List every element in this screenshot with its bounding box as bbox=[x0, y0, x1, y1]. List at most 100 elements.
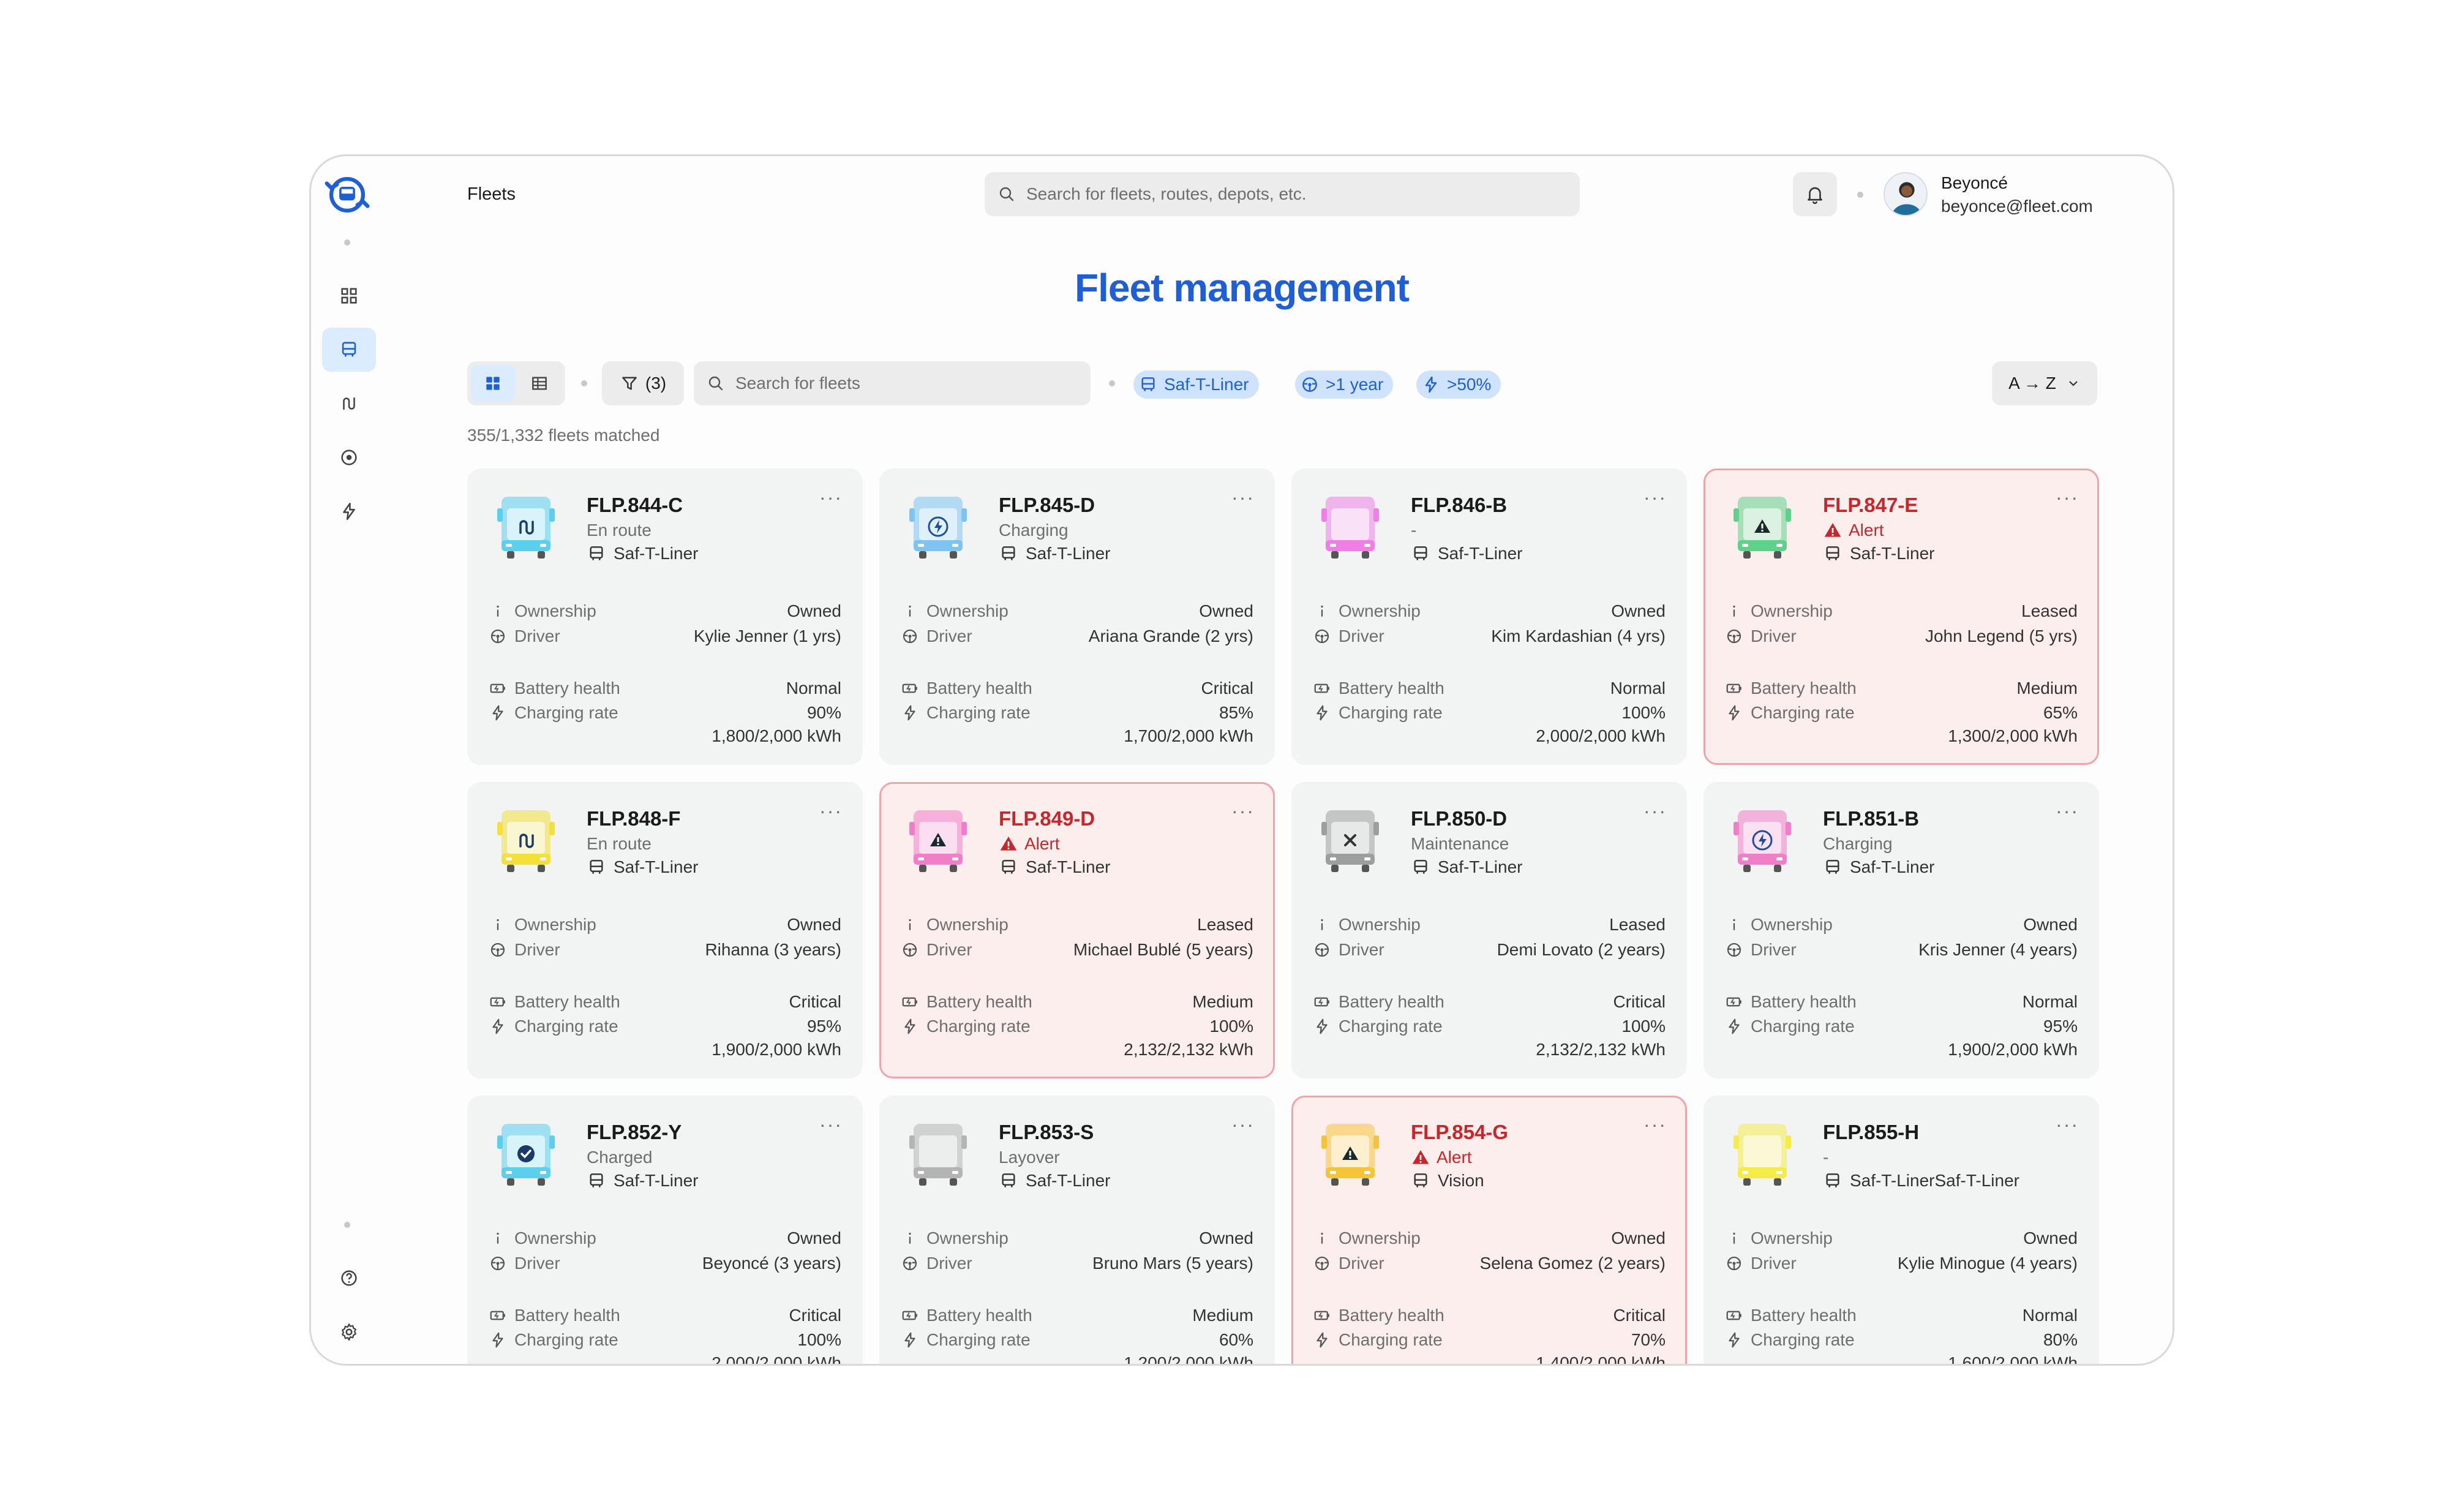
sidebar-item-fleets[interactable] bbox=[322, 328, 376, 372]
bolt-icon bbox=[1729, 1332, 1740, 1348]
more-options-button[interactable]: ··· bbox=[1231, 1113, 1255, 1136]
battery-value: Critical bbox=[1613, 1306, 1666, 1325]
fleet-logo-icon[interactable] bbox=[325, 172, 370, 217]
filter-button[interactable]: (3) bbox=[602, 361, 684, 405]
steering-wheel-icon bbox=[1315, 1256, 1329, 1271]
bus-icon bbox=[906, 1122, 971, 1189]
fleet-card-flp-847-e[interactable]: FLP.847-E Alert Saf-T-Liner ··· Ownershi… bbox=[1703, 469, 2099, 765]
fleet-card-flp-852-y[interactable]: FLP.852-Y Charged Saf-T-Liner ··· Owners… bbox=[467, 1096, 863, 1364]
driver-row: Driver Rihanna (3 years) bbox=[489, 939, 841, 961]
grid-view-button[interactable] bbox=[471, 365, 515, 402]
driver-value: Beyoncé (3 years) bbox=[702, 1254, 841, 1273]
fleet-model-text: Saf-T-Liner bbox=[614, 1171, 699, 1190]
more-options-button[interactable]: ··· bbox=[819, 486, 843, 509]
chip-label: Saf-T-Liner bbox=[1164, 375, 1249, 394]
chip-charge-filter[interactable]: >50% bbox=[1416, 371, 1501, 399]
fleet-status: Charging bbox=[999, 521, 1069, 540]
energy-row: 1,900/2,000 kWh bbox=[489, 1039, 841, 1061]
bus-icon bbox=[494, 1122, 558, 1189]
fleet-id: FLP.846-B bbox=[1411, 494, 1508, 516]
fleet-card-flp-850-d[interactable]: FLP.850-D Maintenance Saf-T-Liner ··· Ow… bbox=[1291, 782, 1687, 1078]
battery-value: Normal bbox=[2022, 992, 2078, 1011]
fleet-card-flp-846-b[interactable]: FLP.846-B - Saf-T-Liner ··· Ownership Ow… bbox=[1291, 469, 1687, 765]
fleet-model: Saf-T-Liner bbox=[1411, 544, 1523, 563]
driver-row: Driver Kris Jenner (4 years) bbox=[1725, 939, 2078, 961]
sidebar-item-charging[interactable] bbox=[322, 489, 376, 533]
battery-icon bbox=[1314, 1311, 1329, 1320]
fleet-card-flp-844-c[interactable]: FLP.844-C En route Saf-T-Liner ··· Owner… bbox=[467, 469, 863, 765]
user-name[interactable]: Beyoncé bbox=[1941, 173, 2008, 193]
sidebar-item-routes[interactable] bbox=[322, 382, 376, 426]
info-icon bbox=[497, 919, 499, 930]
more-options-button[interactable]: ··· bbox=[1231, 800, 1255, 822]
charging-label: Charging rate bbox=[514, 1330, 618, 1349]
avatar[interactable] bbox=[1884, 172, 1928, 216]
bell-icon bbox=[1808, 187, 1822, 205]
more-options-button[interactable]: ··· bbox=[2056, 486, 2079, 509]
battery-row: Battery health Normal bbox=[1725, 991, 2078, 1013]
more-options-button[interactable]: ··· bbox=[2056, 800, 2079, 822]
fleet-id: FLP.845-D bbox=[999, 494, 1095, 516]
global-search-input[interactable]: Search for fleets, routes, depots, etc. bbox=[985, 172, 1580, 216]
fleet-card-flp-855-h[interactable]: FLP.855-H - Saf-T-LinerSaf-T-Liner ··· O… bbox=[1703, 1096, 2099, 1364]
filter-icon bbox=[622, 377, 637, 390]
chip-driver-filter[interactable]: >1 year bbox=[1295, 371, 1394, 399]
ownership-value: Owned bbox=[1199, 601, 1253, 620]
charging-row: Charging rate 65% bbox=[1725, 702, 2078, 724]
chip-model-filter[interactable]: Saf-T-Liner bbox=[1133, 371, 1259, 399]
charging-label: Charging rate bbox=[514, 703, 618, 722]
sidebar-item-settings[interactable] bbox=[322, 1310, 376, 1354]
more-options-button[interactable]: ··· bbox=[1643, 486, 1667, 509]
more-options-button[interactable]: ··· bbox=[2056, 1113, 2079, 1136]
sidebar-item-depots[interactable] bbox=[322, 435, 376, 480]
notifications-button[interactable] bbox=[1793, 172, 1837, 216]
sidebar-item-help[interactable] bbox=[322, 1256, 376, 1300]
info-icon bbox=[1733, 919, 1735, 930]
fleet-card-flp-851-b[interactable]: FLP.851-B Charging Saf-T-Liner ··· Owner… bbox=[1703, 782, 2099, 1078]
charging-label: Charging rate bbox=[1339, 1330, 1443, 1349]
more-options-button[interactable]: ··· bbox=[1231, 486, 1255, 509]
breadcrumb[interactable]: Fleets bbox=[467, 184, 516, 205]
table-view-icon bbox=[532, 377, 547, 390]
driver-value: Bruno Mars (5 years) bbox=[1092, 1254, 1253, 1273]
bus-icon bbox=[1730, 495, 1795, 562]
fleet-card-flp-848-f[interactable]: FLP.848-F En route Saf-T-Liner ··· Owner… bbox=[467, 782, 863, 1078]
bus-icon bbox=[494, 808, 558, 876]
battery-icon bbox=[490, 683, 505, 693]
charging-row: Charging rate 95% bbox=[1725, 1015, 2078, 1037]
more-options-button[interactable]: ··· bbox=[819, 1113, 843, 1136]
battery-icon bbox=[1314, 997, 1329, 1007]
fleet-model-text: Saf-T-LinerSaf-T-Liner bbox=[1850, 1171, 2019, 1190]
more-options-button[interactable]: ··· bbox=[819, 800, 843, 822]
charging-label: Charging rate bbox=[926, 1017, 1031, 1036]
more-options-button[interactable]: ··· bbox=[1643, 1113, 1667, 1136]
battery-value: Critical bbox=[1613, 992, 1666, 1011]
ownership-value: Owned bbox=[1199, 1229, 1253, 1247]
table-view-button[interactable] bbox=[517, 365, 562, 402]
charging-row: Charging rate 80% bbox=[1725, 1329, 2078, 1351]
ownership-label: Ownership bbox=[1339, 915, 1421, 934]
sort-dropdown[interactable]: A → Z bbox=[1992, 361, 2097, 405]
fleet-model-text: Saf-T-Liner bbox=[1026, 857, 1111, 876]
bus-icon bbox=[1730, 808, 1795, 876]
fleet-id: FLP.847-E bbox=[1823, 494, 1918, 516]
more-options-button[interactable]: ··· bbox=[1643, 800, 1667, 822]
fleet-card-flp-854-g[interactable]: FLP.854-G Alert Vision ··· Ownership Own… bbox=[1291, 1096, 1687, 1364]
fleet-card-flp-853-s[interactable]: FLP.853-S Layover Saf-T-Liner ··· Owners… bbox=[879, 1096, 1275, 1364]
ownership-label: Ownership bbox=[1751, 1229, 1833, 1247]
separator-dot bbox=[344, 239, 350, 246]
fleet-search-input[interactable] bbox=[735, 374, 1078, 393]
steering-wheel-icon bbox=[490, 1256, 505, 1271]
ownership-label: Ownership bbox=[1339, 1229, 1421, 1247]
battery-value: Critical bbox=[789, 992, 841, 1011]
fleet-card-flp-845-d[interactable]: FLP.845-D Charging Saf-T-Liner ··· Owner… bbox=[879, 469, 1275, 765]
fleet-search[interactable] bbox=[694, 361, 1091, 405]
steering-wheel-icon bbox=[1315, 943, 1329, 957]
battery-icon bbox=[1314, 683, 1329, 693]
fleet-card-flp-849-d[interactable]: FLP.849-D Alert Saf-T-Liner ··· Ownershi… bbox=[879, 782, 1275, 1078]
charging-label: Charging rate bbox=[1751, 1017, 1855, 1036]
charging-label: Charging rate bbox=[514, 1017, 618, 1036]
battery-row: Battery health Medium bbox=[1725, 677, 2078, 699]
fleet-model: Saf-T-Liner bbox=[1823, 544, 1935, 563]
charging-rate-value: 95% bbox=[806, 1017, 841, 1036]
